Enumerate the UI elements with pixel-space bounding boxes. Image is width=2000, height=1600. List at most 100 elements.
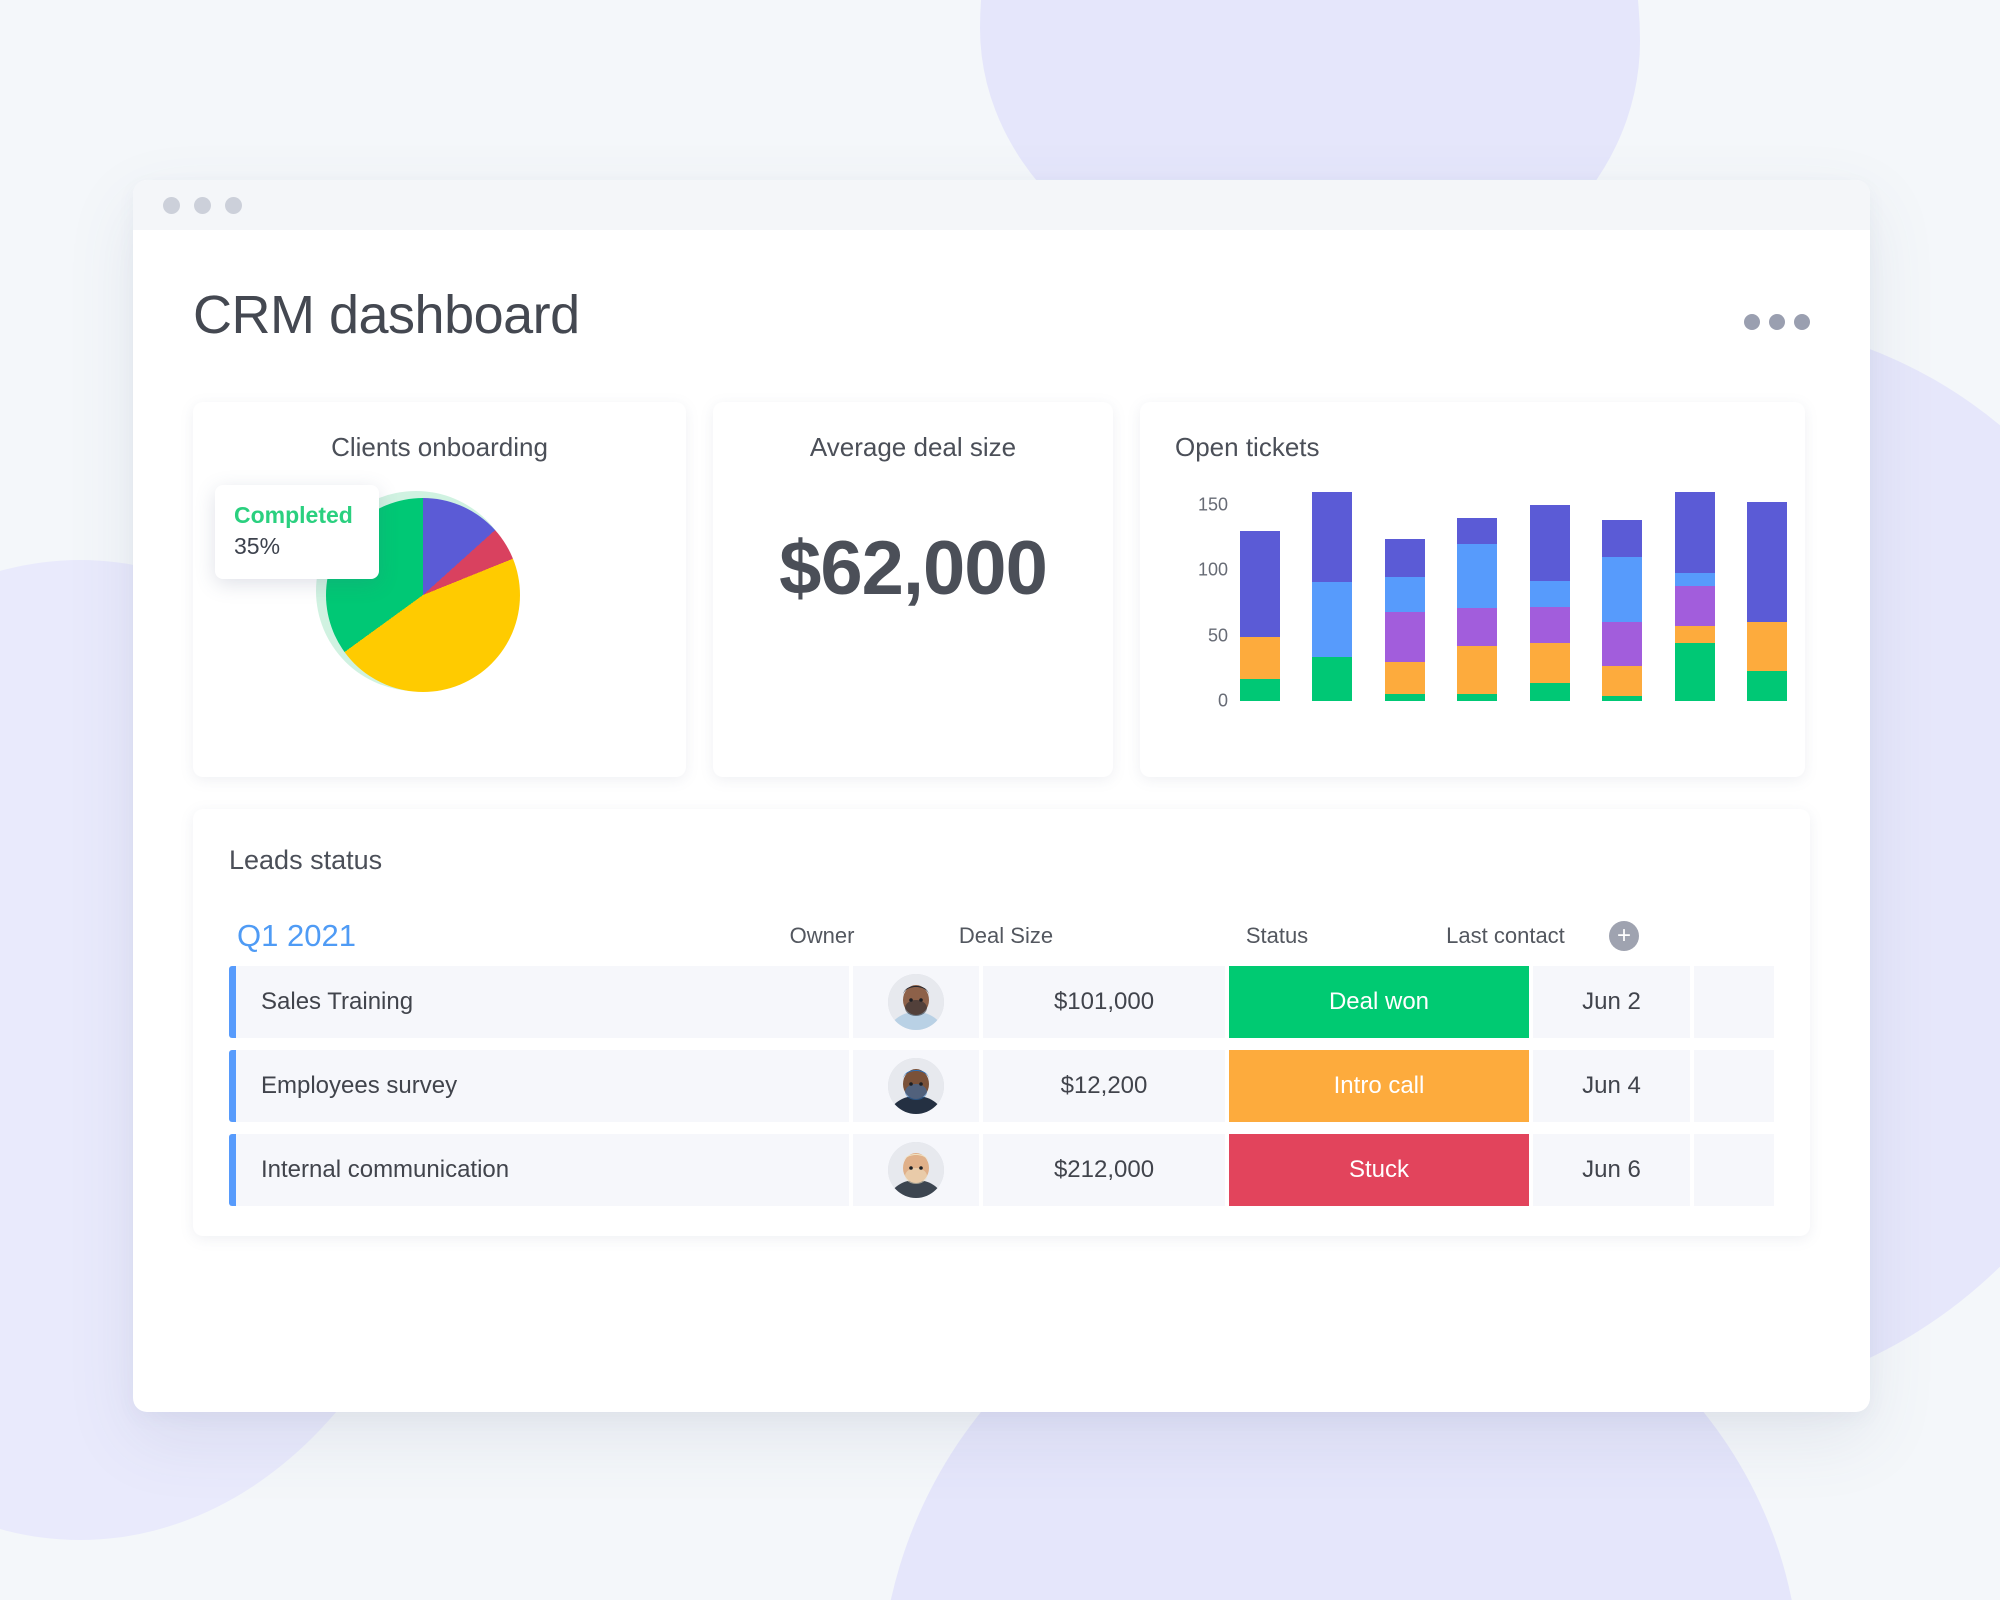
bar-segment-light-blue[interactable] [1457, 543, 1498, 609]
leads-table-header: Q1 2021 Owner Deal Size Status Last cont… [229, 918, 1774, 954]
window-content: CRM dashboard Clients onboarding Complet… [133, 230, 1870, 1236]
bar-segment-green[interactable] [1602, 695, 1643, 701]
open-tickets-card[interactable]: Open tickets 0 50 100 150 [1140, 402, 1805, 777]
bar-segment-indigo[interactable] [1457, 517, 1498, 544]
close-dot-icon[interactable] [163, 196, 180, 214]
average-deal-size-card[interactable]: Average deal size $62,000 [713, 402, 1113, 777]
bar-segment-orange[interactable] [1746, 622, 1787, 671]
bar-segment-orange[interactable] [1240, 636, 1280, 679]
bar-segment-purple[interactable] [1457, 608, 1498, 647]
leads-status-panel: Leads status Q1 2021 Owner Deal Size Sta… [193, 809, 1810, 1236]
maximize-dot-icon[interactable] [225, 196, 242, 214]
bar-segment-indigo[interactable] [1240, 530, 1280, 637]
page-title: CRM dashboard [193, 285, 580, 345]
cell-deal-size[interactable]: $101,000 [983, 966, 1225, 1038]
bar-segment-indigo[interactable] [1529, 504, 1570, 581]
average-deal-size-value: $62,000 [779, 526, 1048, 611]
cell-deal-size[interactable]: $12,200 [983, 1050, 1225, 1122]
y-axis-tick-100: 100 [1197, 559, 1228, 580]
bar-6[interactable] [1602, 520, 1643, 701]
y-axis-tick-0: 0 [1217, 690, 1228, 711]
column-header-deal-size[interactable]: Deal Size [885, 923, 1127, 949]
bar-8[interactable] [1746, 502, 1787, 701]
cell-empty[interactable] [1694, 1050, 1774, 1122]
cell-item-name[interactable]: Internal communication [236, 1134, 849, 1206]
column-header-status[interactable]: Status [1127, 923, 1427, 949]
bar-segment-green[interactable] [1674, 643, 1715, 701]
dot-icon [1744, 314, 1760, 330]
bar-5[interactable] [1529, 504, 1570, 701]
dot-icon [1794, 314, 1810, 330]
bar-segment-green[interactable] [1240, 678, 1280, 701]
clients-onboarding-card[interactable]: Clients onboarding Completed 35% [193, 402, 686, 777]
bar-segment-green[interactable] [1312, 656, 1353, 701]
pie-tooltip-label: Completed [234, 502, 353, 528]
clients-onboarding-title: Clients onboarding [331, 432, 548, 462]
more-options-button[interactable] [1744, 288, 1810, 330]
bar-segment-light-blue[interactable] [1602, 557, 1643, 623]
bar-segment-light-blue[interactable] [1529, 580, 1570, 607]
cell-owner[interactable] [853, 966, 979, 1038]
cell-item-name[interactable]: Employees survey [236, 1050, 849, 1122]
cell-deal-size[interactable]: $212,000 [983, 1134, 1225, 1206]
bar-segment-orange[interactable] [1457, 646, 1498, 695]
cell-last-contact[interactable]: Jun 2 [1533, 966, 1690, 1038]
table-row[interactable]: Sales Training $101,000 Deal won Jun 2 [229, 966, 1774, 1038]
bar-7[interactable] [1674, 491, 1715, 701]
y-axis-tick-150: 150 [1197, 494, 1228, 515]
avatar-glasses-avatar[interactable] [888, 1142, 944, 1198]
bar-segment-purple[interactable] [1674, 585, 1715, 627]
cell-last-contact[interactable]: Jun 6 [1533, 1134, 1690, 1206]
bar-segment-orange[interactable] [1529, 643, 1570, 683]
bar-1[interactable] [1240, 530, 1280, 701]
status-badge[interactable]: Stuck [1229, 1134, 1529, 1206]
browser-window: CRM dashboard Clients onboarding Complet… [133, 180, 1870, 1412]
dot-icon [1769, 314, 1785, 330]
cell-last-contact[interactable]: Jun 4 [1533, 1050, 1690, 1122]
leads-table-body: Sales Training $101,000 Deal won Jun 2 Emplo… [229, 966, 1774, 1206]
bar-segment-purple[interactable] [1602, 622, 1643, 666]
avatar-beard-turban-avatar[interactable] [888, 974, 944, 1030]
bar-segment-orange[interactable] [1674, 626, 1715, 644]
cell-owner[interactable] [853, 1050, 979, 1122]
bar-segment-indigo[interactable] [1746, 502, 1787, 623]
status-badge[interactable]: Deal won [1229, 966, 1529, 1038]
status-badge[interactable]: Intro call [1229, 1050, 1529, 1122]
chart-plot-area [1240, 485, 1787, 701]
bar-3[interactable] [1384, 538, 1425, 701]
bar-segment-purple[interactable] [1384, 612, 1425, 662]
bar-segment-green[interactable] [1746, 670, 1787, 701]
bar-segment-purple[interactable] [1529, 606, 1570, 644]
bar-segment-indigo[interactable] [1384, 538, 1425, 577]
column-header-last-contact[interactable]: Last contact [1427, 923, 1584, 949]
avatar-cap-avatar[interactable] [888, 1058, 944, 1114]
bar-4[interactable] [1457, 517, 1498, 701]
group-name-q1-2021[interactable]: Q1 2021 [229, 918, 759, 954]
cell-empty[interactable] [1694, 966, 1774, 1038]
bar-segment-light-blue[interactable] [1384, 576, 1425, 613]
table-row[interactable]: Employees survey $12,200 Intro call Jun 4 [229, 1050, 1774, 1122]
bar-segment-green[interactable] [1384, 694, 1425, 701]
bar-segment-green[interactable] [1457, 694, 1498, 701]
bar-2[interactable] [1312, 491, 1353, 701]
bar-segment-light-blue[interactable] [1674, 572, 1715, 586]
bar-segment-indigo[interactable] [1602, 520, 1643, 558]
pie-tooltip: Completed 35% [215, 485, 379, 580]
pie-tooltip-value: 35% [234, 533, 281, 560]
cell-empty[interactable] [1694, 1134, 1774, 1206]
cell-owner[interactable] [853, 1134, 979, 1206]
bar-segment-green[interactable] [1529, 682, 1570, 701]
pie-chart[interactable]: Completed 35% [193, 463, 686, 753]
chart-y-axis: 0 50 100 150 [1168, 485, 1228, 710]
bar-segment-light-blue[interactable] [1312, 581, 1353, 657]
bar-segment-indigo[interactable] [1674, 491, 1715, 573]
minimize-dot-icon[interactable] [194, 196, 211, 214]
cell-item-name[interactable]: Sales Training [236, 966, 849, 1038]
bar-segment-orange[interactable] [1384, 661, 1425, 695]
open-tickets-chart[interactable]: 0 50 100 150 [1140, 485, 1805, 735]
table-row[interactable]: Internal communication $212,000 Stuck Jun 6 [229, 1134, 1774, 1206]
column-header-owner[interactable]: Owner [759, 923, 885, 949]
add-column-button[interactable]: + [1609, 921, 1639, 951]
bar-segment-orange[interactable] [1602, 665, 1643, 696]
bar-segment-indigo[interactable] [1312, 491, 1353, 582]
